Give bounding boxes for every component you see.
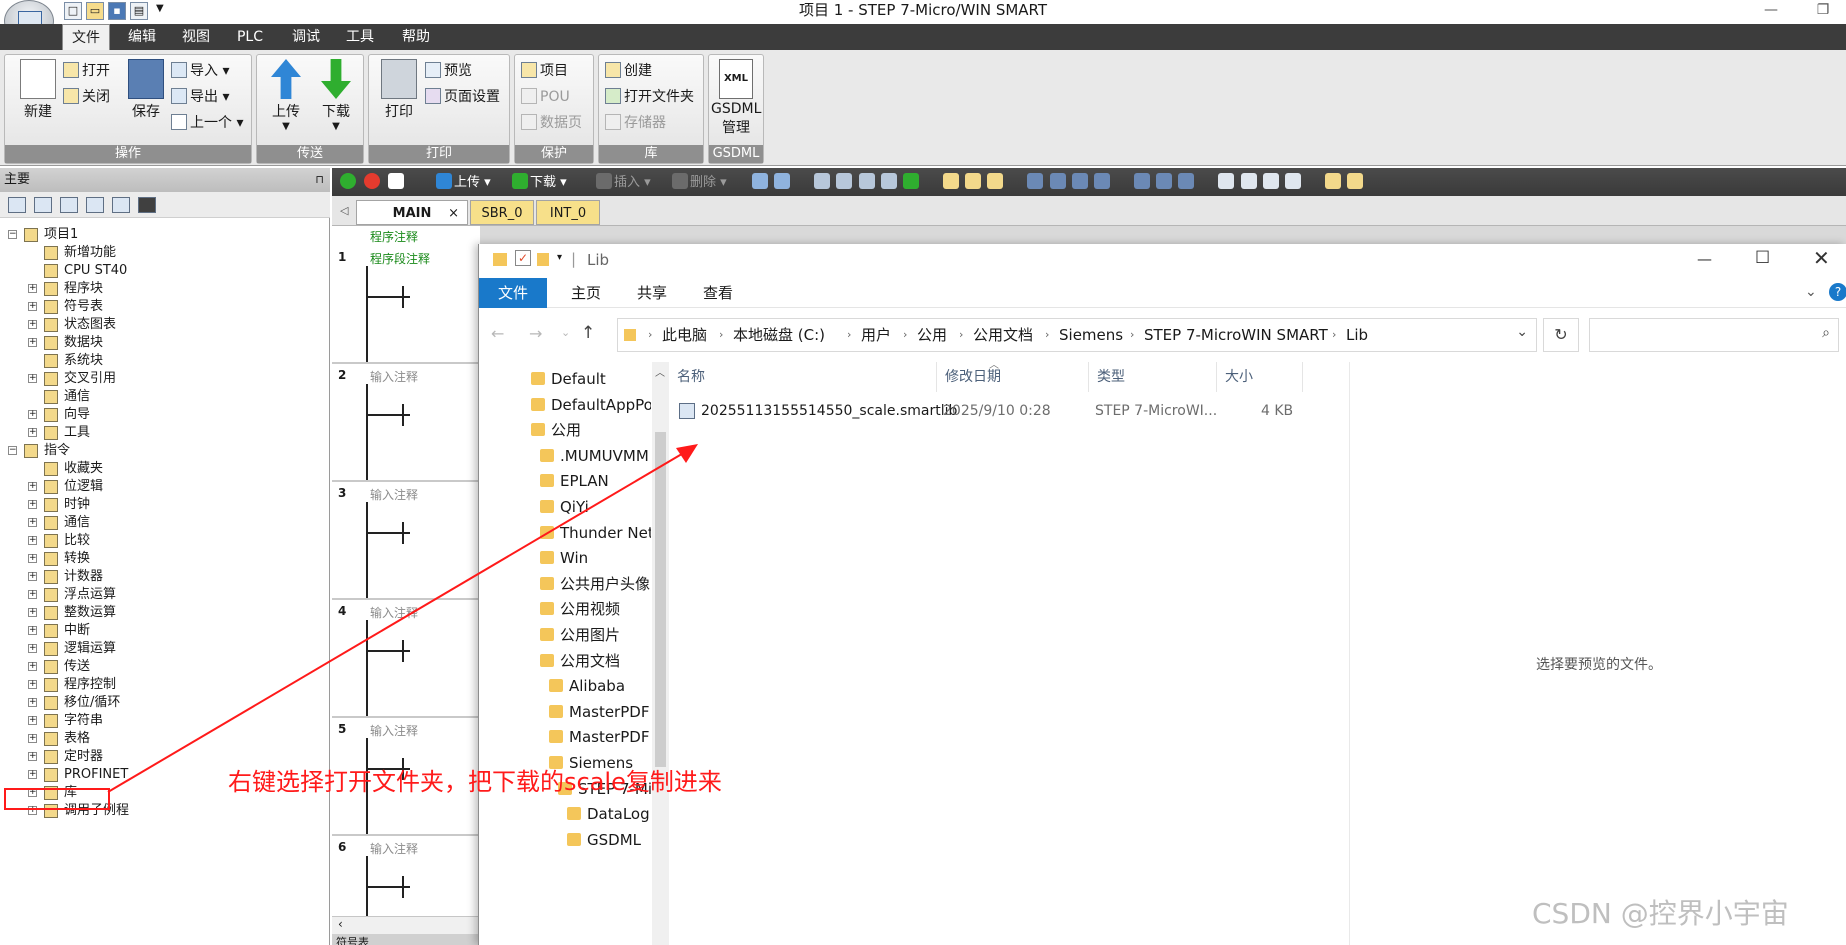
library-highlight-box xyxy=(4,788,110,810)
annotation-arrow-line xyxy=(107,447,693,793)
annotation-arrow-head xyxy=(676,444,698,463)
app-root: 项目 1 - STEP 7-Micro/WIN SMART □ ▭ ▪ ▤ ▼ … xyxy=(0,0,1846,945)
annotation-callout: 右键选择打开文件夹，把下载的scale复制进来 xyxy=(228,768,722,796)
annotation-arrow xyxy=(107,444,698,793)
watermark: CSDN @控界小宇宙 xyxy=(1532,897,1789,930)
